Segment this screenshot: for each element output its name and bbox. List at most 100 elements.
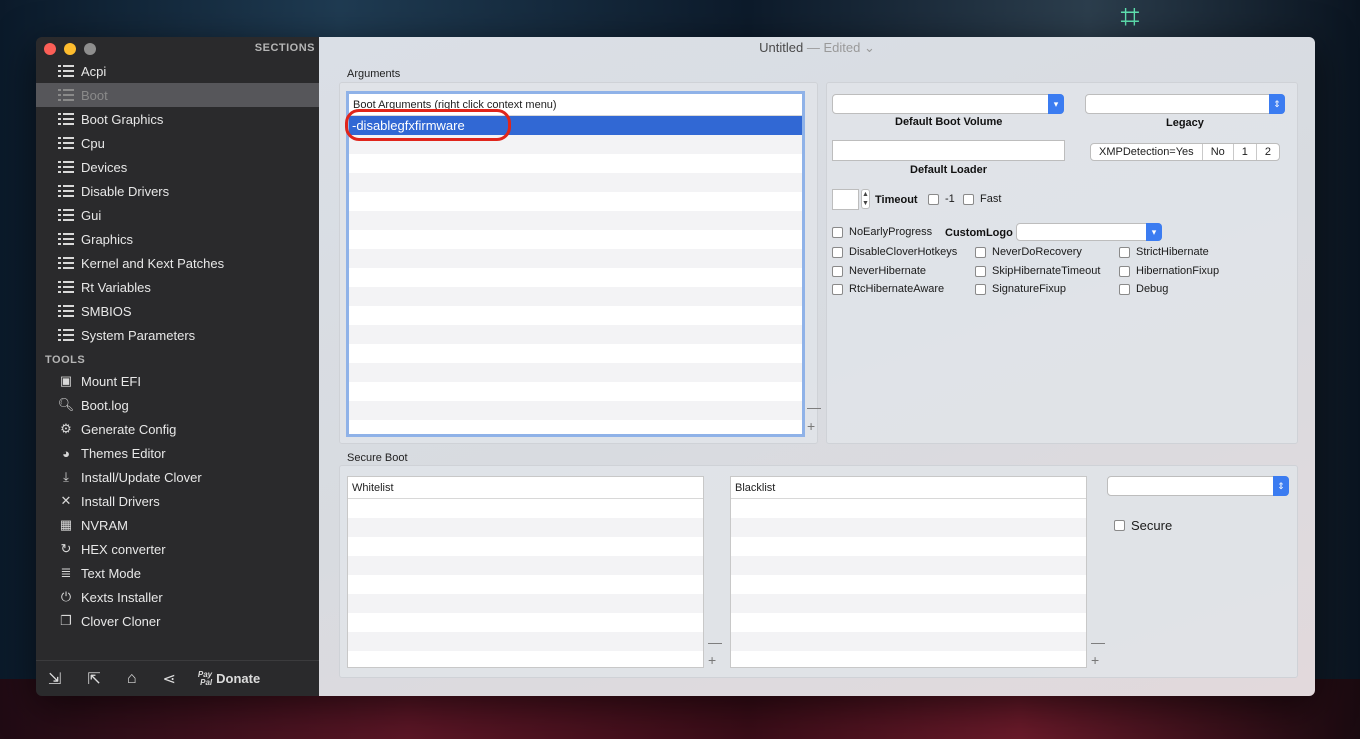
import-icon[interactable]: ⇲ — [48, 669, 61, 689]
table-row[interactable] — [731, 651, 1086, 667]
table-row[interactable] — [348, 518, 703, 537]
sidebar-item-gui[interactable]: Gui — [36, 203, 319, 227]
sidebar-item-acpi[interactable]: Acpi — [36, 59, 319, 83]
sidebar-tool-generate-config[interactable]: ⚙ Generate Config — [36, 417, 319, 441]
neverdorecovery-checkbox[interactable]: NeverDoRecovery — [975, 246, 1082, 258]
table-row[interactable] — [348, 499, 703, 518]
zoom-button[interactable] — [84, 43, 96, 55]
sidebar-item-system-parameters[interactable]: System Parameters — [36, 323, 319, 347]
default-boot-volume-popup[interactable]: ▾ — [832, 94, 1064, 114]
export-icon[interactable]: ⇱ — [87, 669, 100, 689]
hibernationfixup-checkbox[interactable]: HibernationFixup — [1119, 265, 1219, 277]
disablecloverhotkeys-checkbox[interactable]: DisableCloverHotkeys — [832, 246, 957, 258]
sidebar-tool-mount-efi[interactable]: ▣ Mount EFI — [36, 369, 319, 393]
sidebar-item-smbios[interactable]: SMBIOS — [36, 299, 319, 323]
table-row[interactable] — [349, 287, 802, 306]
secure-checkbox[interactable]: Secure — [1114, 518, 1172, 533]
table-row[interactable] — [349, 249, 802, 268]
sidebar-tool-install-drivers[interactable]: ✕ Install Drivers — [36, 489, 319, 513]
sidebar-tool-clover-cloner[interactable]: ❐ Clover Cloner — [36, 609, 319, 633]
xmp-segment-1[interactable]: 1 — [1234, 144, 1257, 160]
sidebar-item-boot-graphics[interactable]: Boot Graphics — [36, 107, 319, 131]
sidebar-item-kernel-and-kext-patches[interactable]: Kernel and Kext Patches — [36, 251, 319, 275]
sidebar-tool-text-mode[interactable]: ≣ Text Mode — [36, 561, 319, 585]
timeout-minus-one-checkbox[interactable]: -1 — [928, 193, 955, 205]
table-row[interactable] — [349, 135, 802, 154]
edited-indicator[interactable]: — Edited ⌄ — [807, 40, 875, 55]
whitelist-add-button[interactable]: + — [708, 653, 716, 667]
table-row[interactable] — [349, 306, 802, 325]
whitelist-table[interactable]: Whitelist — [347, 476, 704, 668]
donate-button[interactable]: Pay Pal Donate — [198, 670, 260, 687]
whitelist-remove-button[interactable]: — — [708, 635, 722, 649]
table-row[interactable] — [349, 211, 802, 230]
sidebar-item-disable-drivers[interactable]: Disable Drivers — [36, 179, 319, 203]
sidebar-tool-hex-converter[interactable]: ↻ HEX converter — [36, 537, 319, 561]
sidebar-item-graphics[interactable]: Graphics — [36, 227, 319, 251]
table-row[interactable] — [349, 420, 802, 434]
table-row[interactable] — [731, 575, 1086, 594]
table-row[interactable] — [348, 556, 703, 575]
blacklist-table[interactable]: Blacklist — [730, 476, 1087, 668]
debug-checkbox[interactable]: Debug — [1119, 283, 1168, 295]
table-row[interactable] — [348, 613, 703, 632]
stricthibernate-checkbox[interactable]: StrictHibernate — [1119, 246, 1209, 258]
sidebar-item-cpu[interactable]: Cpu — [36, 131, 319, 155]
blacklist-add-button[interactable]: + — [1091, 653, 1099, 667]
skiphibernatetimeout-checkbox[interactable]: SkipHibernateTimeout — [975, 265, 1100, 277]
sidebar-tool-themes-editor[interactable]: ◕ Themes Editor — [36, 441, 319, 465]
table-row[interactable] — [348, 632, 703, 651]
sidebar-tool-nvram[interactable]: ▦ NVRAM — [36, 513, 319, 537]
custom-logo-popup[interactable]: ▾ — [1016, 223, 1162, 241]
home-icon[interactable]: ⌂ — [127, 670, 137, 688]
table-row[interactable] — [348, 651, 703, 667]
table-row[interactable] — [731, 556, 1086, 575]
table-row[interactable] — [349, 230, 802, 249]
no-early-progress-checkbox[interactable]: NoEarlyProgress — [832, 226, 932, 238]
remove-argument-button[interactable]: — — [807, 400, 821, 414]
sidebar-tool-boot-log[interactable]: 🔍︎ Boot.log — [36, 393, 319, 417]
table-row[interactable] — [731, 594, 1086, 613]
fast-checkbox[interactable]: Fast — [963, 193, 1001, 205]
sidebar-item-devices[interactable]: Devices — [36, 155, 319, 179]
table-row[interactable] — [731, 613, 1086, 632]
table-row[interactable] — [349, 192, 802, 211]
xmp-segment-no[interactable]: No — [1203, 144, 1234, 160]
timeout-field[interactable] — [832, 189, 859, 210]
table-row[interactable] — [349, 154, 802, 173]
rtchibernateaware-checkbox[interactable]: RtcHibernateAware — [832, 283, 944, 295]
table-row[interactable] — [349, 382, 802, 401]
close-button[interactable] — [44, 43, 56, 55]
sidebar-tool-kexts-installer[interactable]: ⏻ Kexts Installer — [36, 585, 319, 609]
sidebar-item-boot[interactable]: Boot — [36, 83, 319, 107]
boot-arguments-table[interactable]: Boot Arguments (right click context menu… — [346, 91, 805, 437]
table-row[interactable] — [348, 575, 703, 594]
sidebar-item-rt-variables[interactable]: Rt Variables — [36, 275, 319, 299]
table-row[interactable] — [731, 499, 1086, 518]
xmp-segment-xmpdetection-yes[interactable]: XMPDetection=Yes — [1091, 144, 1203, 160]
timeout-stepper[interactable]: ▲ ▼ — [861, 189, 870, 209]
table-row[interactable] — [731, 632, 1086, 651]
neverhibernate-checkbox[interactable]: NeverHibernate — [832, 265, 926, 277]
share-icon[interactable]: ⋖ — [162, 669, 175, 689]
minimize-button[interactable] — [64, 43, 76, 55]
table-row[interactable] — [348, 594, 703, 613]
xmp-detection-segmented[interactable]: XMPDetection=Yes No 1 2 — [1090, 143, 1280, 161]
table-row[interactable]: -disablegfxfirmware — [349, 116, 802, 135]
default-loader-field[interactable] — [832, 140, 1065, 161]
table-row[interactable] — [349, 268, 802, 287]
secure-boot-policy-popup[interactable]: ⇕ — [1107, 476, 1289, 496]
signaturefixup-checkbox[interactable]: SignatureFixup — [975, 283, 1066, 295]
table-row[interactable] — [731, 537, 1086, 556]
table-row[interactable] — [349, 325, 802, 344]
legacy-popup[interactable]: ⇕ — [1085, 94, 1285, 114]
table-row[interactable] — [349, 344, 802, 363]
sidebar-tool-install-update-clover[interactable]: ⤓ Install/Update Clover — [36, 465, 319, 489]
add-argument-button[interactable]: + — [807, 419, 815, 433]
blacklist-remove-button[interactable]: — — [1091, 635, 1105, 649]
table-row[interactable] — [731, 518, 1086, 537]
xmp-segment-2[interactable]: 2 — [1257, 144, 1279, 160]
table-row[interactable] — [348, 537, 703, 556]
table-row[interactable] — [349, 363, 802, 382]
table-row[interactable] — [349, 173, 802, 192]
